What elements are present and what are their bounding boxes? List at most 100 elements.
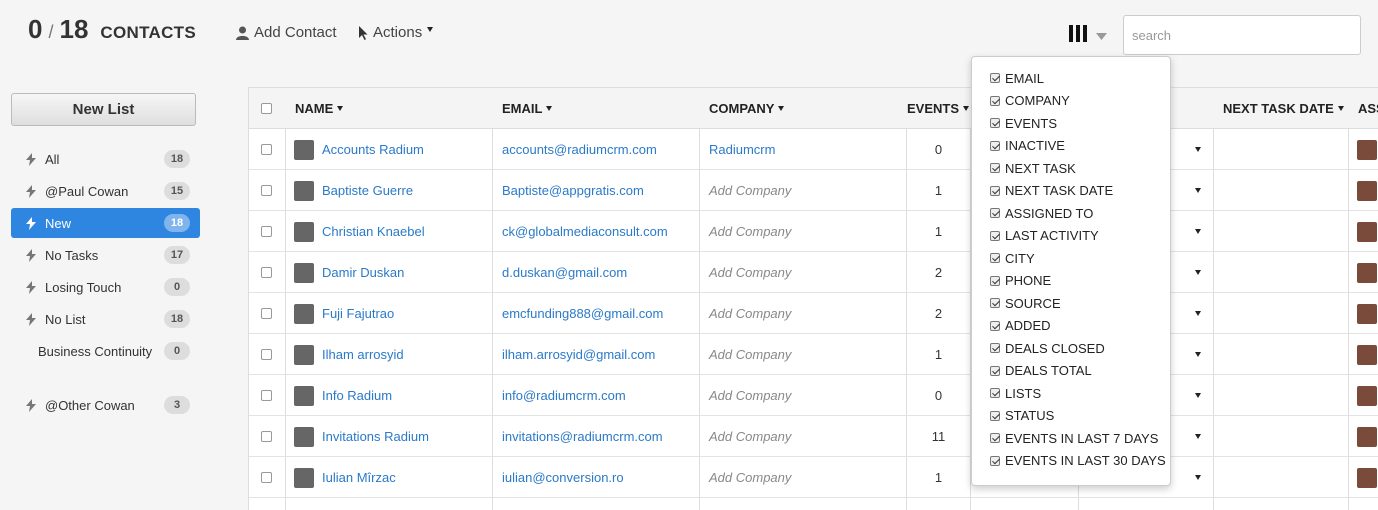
email-link[interactable]: emcfunding888@gmail.com xyxy=(502,306,663,321)
company-cell: Radiumcrm xyxy=(709,129,775,170)
company-link[interactable]: Add Company xyxy=(709,470,791,485)
company-link[interactable]: Add Company xyxy=(709,183,791,198)
contact-name-link[interactable]: Info Radium xyxy=(322,388,392,403)
contact-name-link[interactable]: Christian Knaebel xyxy=(322,224,425,239)
contact-name-link[interactable]: Iulian Mîrzac xyxy=(322,470,396,485)
checkbox-checked-icon xyxy=(990,320,1000,331)
row-checkbox[interactable] xyxy=(261,129,272,170)
contact-name-link[interactable]: Invitations Radium xyxy=(322,429,429,444)
column-option[interactable]: SOURCE xyxy=(972,292,1170,315)
column-option-label: EVENTS IN LAST 7 DAYS xyxy=(1005,430,1159,446)
column-option[interactable]: EVENTS IN LAST 7 DAYS xyxy=(972,427,1170,450)
email-link[interactable]: invitations@radiumcrm.com xyxy=(502,429,663,444)
assignee-dropdown[interactable] xyxy=(1195,457,1201,498)
column-option[interactable]: ADDED xyxy=(972,315,1170,338)
column-option[interactable]: EVENTS IN LAST 30 DAYS xyxy=(972,450,1170,473)
row-checkbox[interactable] xyxy=(261,457,272,498)
company-cell: Add Company xyxy=(709,457,791,498)
company-link[interactable]: Add Company xyxy=(709,347,791,362)
add-contact-button[interactable]: Add Contact xyxy=(236,24,337,41)
column-header-company[interactable]: COMPANY xyxy=(709,88,785,129)
column-chooser-menu: EMAIL COMPANY EVENTS INACTIVE NEXT TASK NEXT … xyxy=(971,56,1171,486)
row-checkbox[interactable] xyxy=(261,170,272,211)
row-checkbox[interactable] xyxy=(261,375,272,416)
assignee-dropdown[interactable] xyxy=(1195,293,1201,334)
column-header-events[interactable]: EVENTS xyxy=(907,88,970,129)
company-link[interactable]: Add Company xyxy=(709,265,791,280)
column-option[interactable]: CITY xyxy=(972,247,1170,270)
count-badge: 0 xyxy=(164,278,190,296)
row-checkbox[interactable] xyxy=(261,416,272,457)
column-option[interactable]: ASSIGNED TO xyxy=(972,202,1170,225)
assignee-dropdown[interactable] xyxy=(1195,211,1201,252)
column-option[interactable]: DEALS CLOSED xyxy=(972,337,1170,360)
sidebar-item-no-tasks[interactable]: No Tasks 17 xyxy=(11,240,200,270)
company-link[interactable]: Add Company xyxy=(709,388,791,403)
company-cell: Add Company xyxy=(709,416,791,457)
company-link[interactable]: Add Company xyxy=(709,306,791,321)
company-link[interactable]: Add Company xyxy=(709,224,791,239)
assignee-dropdown[interactable] xyxy=(1195,129,1201,170)
email-link[interactable]: iulian@conversion.ro xyxy=(502,470,624,485)
column-option[interactable]: NEXT TASK DATE xyxy=(972,180,1170,203)
select-all-checkbox[interactable] xyxy=(261,88,272,129)
new-list-button[interactable]: New List xyxy=(11,93,196,126)
column-option[interactable]: EVENTS xyxy=(972,112,1170,135)
sidebar-item-no-list[interactable]: No List 18 xyxy=(11,304,200,334)
column-header-assigned[interactable]: ASS xyxy=(1358,88,1378,129)
row-checkbox[interactable] xyxy=(261,293,272,334)
sidebar-item-losing-touch[interactable]: Losing Touch 0 xyxy=(11,272,200,302)
caret-down-icon xyxy=(1195,270,1201,275)
column-option[interactable]: STATUS xyxy=(972,405,1170,428)
contact-name-link[interactable]: Accounts Radium xyxy=(322,142,424,157)
contact-name-link[interactable]: Fuji Fajutrao xyxy=(322,306,394,321)
email-link[interactable]: ck@globalmediaconsult.com xyxy=(502,224,668,239)
company-cell: Add Company xyxy=(709,334,791,375)
sidebar-item-all[interactable]: All 18 xyxy=(11,144,200,174)
checkbox-box xyxy=(261,390,272,401)
column-option[interactable]: DEALS TOTAL xyxy=(972,360,1170,383)
search-input[interactable] xyxy=(1123,15,1361,55)
assignee-dropdown[interactable] xyxy=(1195,416,1201,457)
column-option[interactable]: EMAIL xyxy=(972,67,1170,90)
sidebar-item-new[interactable]: New 18 xyxy=(11,208,200,238)
column-option[interactable]: COMPANY xyxy=(972,90,1170,113)
actions-dropdown[interactable]: Actions xyxy=(358,24,434,41)
avatar xyxy=(294,426,314,447)
column-header-next-task-date[interactable]: NEXT TASK DATE xyxy=(1223,88,1344,129)
company-link[interactable]: Radiumcrm xyxy=(709,142,775,157)
column-option-label: CITY xyxy=(1005,250,1035,266)
column-option[interactable]: PHONE xyxy=(972,270,1170,293)
email-link[interactable]: ilham.arrosyid@gmail.com xyxy=(502,347,655,362)
checkbox-checked-icon xyxy=(990,163,1000,174)
email-link[interactable]: d.duskan@gmail.com xyxy=(502,265,627,280)
assignee-dropdown[interactable] xyxy=(1195,375,1201,416)
contact-name-link[interactable]: Ilham arrosyid xyxy=(322,347,404,362)
row-checkbox[interactable] xyxy=(261,334,272,375)
column-label: COMPANY xyxy=(709,101,775,116)
column-option[interactable]: LISTS xyxy=(972,382,1170,405)
assignee-dropdown[interactable] xyxy=(1195,252,1201,293)
email-link[interactable]: info@radiumcrm.com xyxy=(502,388,626,403)
column-option[interactable]: INACTIVE xyxy=(972,135,1170,158)
column-option[interactable]: LAST ACTIVITY xyxy=(972,225,1170,248)
sidebar-item-other-cowan[interactable]: @Other Cowan 3 xyxy=(11,390,200,420)
assignee-dropdown[interactable] xyxy=(1195,334,1201,375)
contact-name-link[interactable]: Damir Duskan xyxy=(322,265,404,280)
assignee-dropdown[interactable] xyxy=(1195,170,1201,211)
avatar xyxy=(1357,344,1377,365)
email-link[interactable]: accounts@radiumcrm.com xyxy=(502,142,657,157)
company-link[interactable]: Add Company xyxy=(709,429,791,444)
column-chooser-button[interactable] xyxy=(1068,24,1107,48)
sidebar-item-label: @Paul Cowan xyxy=(45,183,129,199)
contact-name-link[interactable]: Baptiste Guerre xyxy=(322,183,413,198)
row-checkbox[interactable] xyxy=(261,211,272,252)
column-header-email[interactable]: EMAIL xyxy=(502,88,553,129)
email-link[interactable]: Baptiste@appgratis.com xyxy=(502,183,644,198)
column-header-name[interactable]: NAME xyxy=(295,88,344,129)
sidebar-item-paul-cowan[interactable]: @Paul Cowan 15 xyxy=(11,176,200,206)
sidebar-item-business-continuity[interactable]: Business Continuity 0 xyxy=(11,336,200,366)
columns-icon xyxy=(1068,24,1088,48)
row-checkbox[interactable] xyxy=(261,252,272,293)
column-option[interactable]: NEXT TASK xyxy=(972,157,1170,180)
